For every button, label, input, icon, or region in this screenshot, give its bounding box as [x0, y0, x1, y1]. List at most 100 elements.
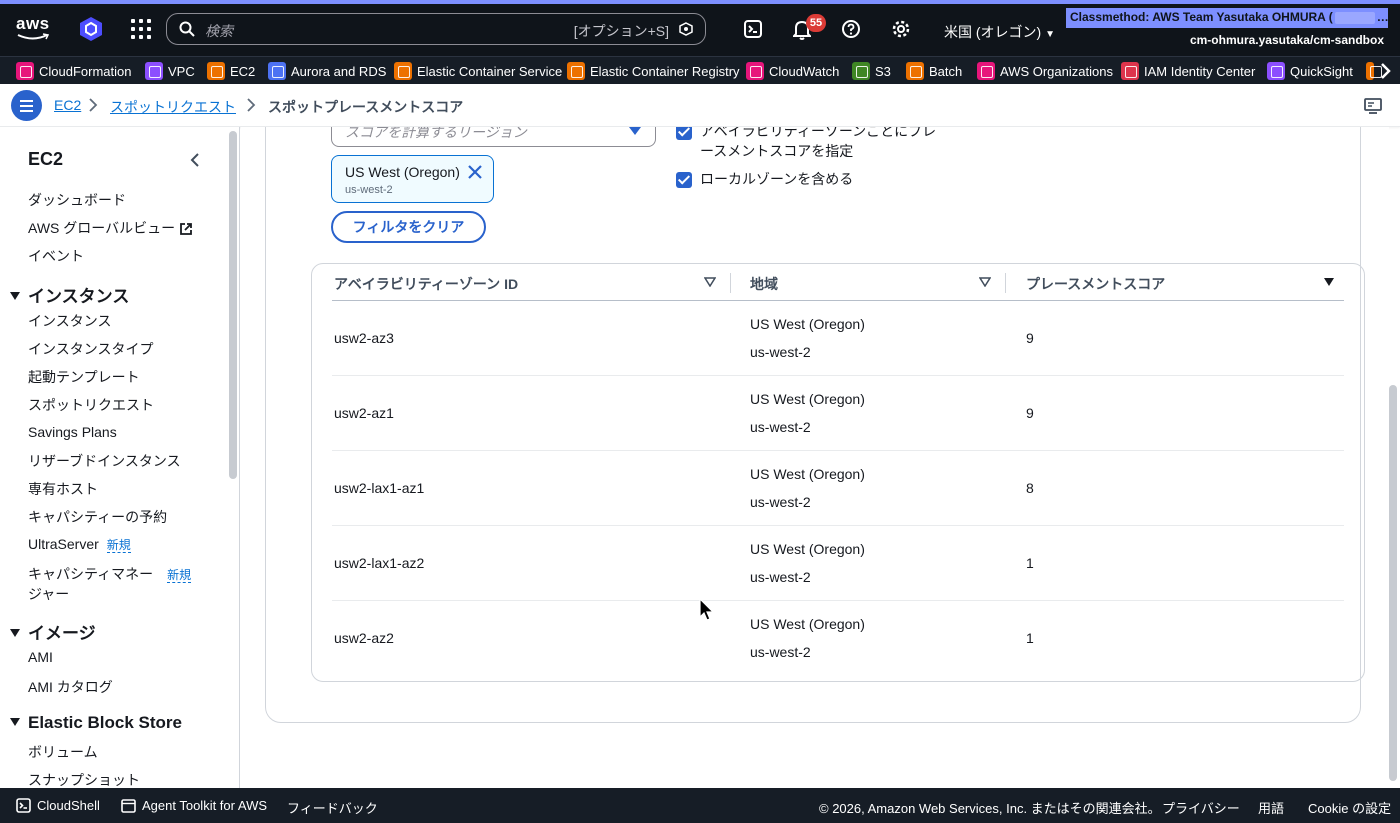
- region-select[interactable]: スコアを計算するリージョン: [331, 127, 656, 147]
- screen-settings-icon[interactable]: [1364, 97, 1382, 115]
- cell-az-id: usw2-az3: [334, 330, 394, 346]
- s3-icon: [852, 62, 870, 80]
- favorite-s3[interactable]: S3: [852, 61, 891, 81]
- cloudshell-icon[interactable]: [744, 20, 762, 38]
- favorite-quicksight[interactable]: QuickSight: [1267, 61, 1353, 81]
- sidebar-item-instance-types[interactable]: インスタンスタイプ: [28, 339, 153, 359]
- quicksight-icon: [1267, 62, 1285, 80]
- cell-region-code: us-west-2: [750, 344, 811, 360]
- placement-score-container: スコアを計算するリージョン US West (Oregon) us-west-2…: [265, 127, 1365, 723]
- sidebar-scrollbar[interactable]: [229, 131, 237, 479]
- sidebar-item-events[interactable]: イベント: [28, 246, 84, 266]
- sidebar-section-images[interactable]: イメージ: [10, 619, 96, 644]
- close-icon[interactable]: [467, 164, 483, 180]
- favorite-cloudformation[interactable]: CloudFormation: [16, 61, 132, 81]
- sidebar-item-dashboard[interactable]: ダッシュボード: [28, 190, 126, 210]
- favorite-ecs[interactable]: Elastic Container Service: [394, 61, 562, 81]
- cell-az-id: usw2-lax1-az1: [334, 480, 425, 496]
- sidebar-item-spot-requests[interactable]: スポットリクエスト: [28, 395, 154, 415]
- sidebar-item-global-view[interactable]: AWS グローバルビュー: [28, 218, 193, 238]
- favorite-ecr[interactable]: Elastic Container Registry: [567, 61, 740, 81]
- notification-badge: 55: [806, 14, 826, 32]
- account-masked: …: [1376, 10, 1388, 24]
- help-icon[interactable]: [842, 20, 860, 38]
- sidebar-item-ami[interactable]: AMI: [28, 649, 53, 665]
- table-row: usw2-az2 US West (Oregon) us-west-2 1: [332, 601, 1344, 676]
- table-row: usw2-lax1-az2 US West (Oregon) us-west-2…: [332, 526, 1344, 601]
- favorites-bar: CloudFormation VPC EC2 Aurora and RDS El…: [0, 56, 1400, 84]
- chevron-left-icon[interactable]: [189, 152, 201, 168]
- search-icon: [179, 21, 195, 37]
- cell-score: 9: [1026, 330, 1034, 346]
- caret-down-icon: [629, 127, 641, 135]
- favorite-batch[interactable]: Batch: [906, 61, 962, 81]
- footer-terms[interactable]: 用語: [1258, 798, 1284, 817]
- chevron-right-icon[interactable]: [1378, 61, 1392, 81]
- sidebar-item-ami-catalog[interactable]: AMI カタログ: [28, 677, 113, 697]
- favorite-organizations[interactable]: AWS Organizations: [977, 61, 1113, 81]
- sidebar-item-dedicated-hosts[interactable]: 専有ホスト: [28, 479, 98, 499]
- footer-cookie-settings[interactable]: Cookie の設定: [1308, 798, 1391, 817]
- chevron-right-icon: [247, 98, 256, 112]
- clear-filter-button[interactable]: フィルタをクリア: [331, 211, 486, 243]
- az-score-label: アベイラビリティーゾーンごとにプレ ースメントスコアを指定: [700, 127, 937, 159]
- local-zone-checkbox[interactable]: [676, 172, 692, 188]
- external-link-icon: [180, 223, 193, 236]
- sort-icon[interactable]: [704, 277, 716, 287]
- table-row: usw2-az3 US West (Oregon) us-west-2 9: [332, 301, 1344, 376]
- apps-grid-icon[interactable]: [131, 19, 151, 39]
- sidebar-section-ebs[interactable]: Elastic Block Store: [10, 713, 182, 733]
- sidebar-item-launch-templates[interactable]: 起動テンプレート: [28, 367, 140, 387]
- sidebar-item-savings-plans[interactable]: Savings Plans: [28, 424, 117, 440]
- account-id-masked: [1334, 11, 1375, 24]
- footer-privacy[interactable]: プライバシー: [1162, 798, 1240, 817]
- unified-studio-icon[interactable]: [78, 16, 104, 42]
- sort-desc-icon[interactable]: [1323, 277, 1335, 287]
- cell-region-name: US West (Oregon): [750, 466, 865, 482]
- sidebar-item-reserved-instances[interactable]: リザーブドインスタンス: [28, 451, 181, 471]
- favorite-aurora-rds[interactable]: Aurora and RDS: [268, 61, 386, 81]
- favorite-iam-identity-center[interactable]: IAM Identity Center: [1121, 61, 1255, 81]
- sidebar-item-ultraserver[interactable]: UltraServer 新規: [28, 536, 131, 553]
- aws-logo[interactable]: aws: [16, 14, 50, 44]
- sidebar-item-capacity-reservations[interactable]: キャパシティーの予約: [28, 507, 167, 527]
- account-menu[interactable]: Classmethod: AWS Team Yasutaka OHMURA (……: [1066, 8, 1388, 28]
- search-input[interactable]: 検索 [オプション+S]: [166, 13, 706, 45]
- region-selector[interactable]: 米国 (オレゴン) ▼: [944, 22, 1055, 42]
- footer-feedback[interactable]: フィードバック: [287, 798, 378, 817]
- sidebar-item-capacity-manager-cont[interactable]: ジャー: [28, 584, 69, 604]
- menu-button[interactable]: [11, 90, 42, 121]
- shortcut-hex-icon: [679, 22, 693, 36]
- cell-score: 9: [1026, 405, 1034, 421]
- favorite-vpc[interactable]: VPC: [145, 61, 195, 81]
- sidebar-section-instances[interactable]: インスタンス: [10, 282, 129, 307]
- favorite-cloudwatch[interactable]: CloudWatch: [746, 61, 839, 81]
- column-header-region[interactable]: 地域: [750, 274, 778, 294]
- column-divider[interactable]: [730, 273, 731, 293]
- new-badge: 新規: [106, 538, 131, 553]
- cloudformation-icon: [16, 62, 34, 80]
- cloudwatch-icon: [746, 62, 764, 80]
- cell-region-name: US West (Oregon): [750, 541, 865, 557]
- cell-region-name: US West (Oregon): [750, 391, 865, 407]
- az-score-checkbox[interactable]: [676, 127, 692, 140]
- footer-cloudshell[interactable]: CloudShell: [16, 798, 100, 813]
- vpc-icon: [145, 62, 163, 80]
- column-divider[interactable]: [1005, 273, 1006, 293]
- breadcrumb-spot-requests[interactable]: スポットリクエスト: [110, 97, 236, 117]
- main-scrollbar[interactable]: [1389, 385, 1397, 781]
- region-select-placeholder: スコアを計算するリージョン: [345, 127, 527, 140]
- sidebar-item-instances[interactable]: インスタンス: [28, 311, 111, 331]
- sidebar-item-capacity-manager[interactable]: キャパシティマネー 新規: [28, 564, 192, 584]
- organizations-icon: [977, 62, 995, 80]
- gear-icon[interactable]: [892, 20, 910, 38]
- column-header-score[interactable]: プレースメントスコア: [1026, 274, 1165, 294]
- favorite-ec2[interactable]: EC2: [207, 61, 255, 81]
- breadcrumb-current: スポットプレースメントスコア: [268, 99, 464, 115]
- sidebar-item-volumes[interactable]: ボリューム: [28, 742, 98, 762]
- footer-agent-toolkit[interactable]: Agent Toolkit for AWS: [121, 798, 267, 813]
- breadcrumb-ec2[interactable]: EC2: [54, 97, 81, 113]
- sort-icon[interactable]: [979, 277, 991, 287]
- sidebar-item-snapshots[interactable]: スナップショット: [28, 770, 140, 788]
- column-header-az-id[interactable]: アベイラビリティーゾーン ID: [334, 274, 518, 294]
